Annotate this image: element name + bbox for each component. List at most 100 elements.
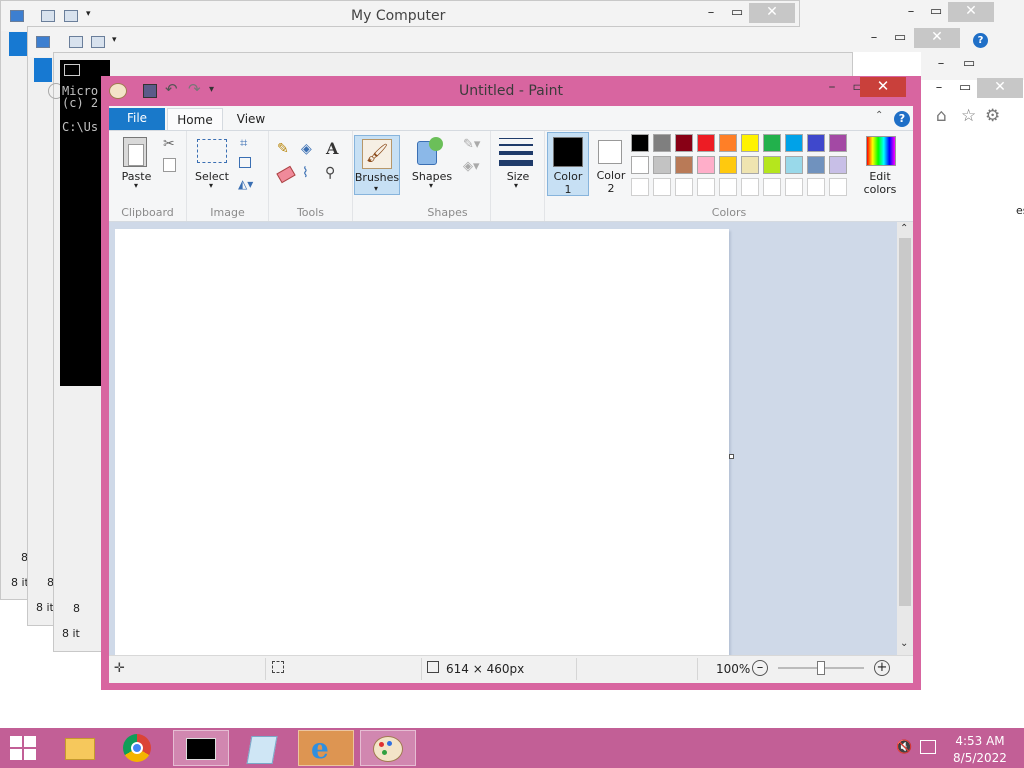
palette-color-swatch[interactable]: [631, 134, 649, 152]
help-icon[interactable]: ?: [973, 33, 988, 48]
zoom-slider[interactable]: [778, 661, 864, 675]
maximize-button[interactable]: ▭: [886, 30, 914, 48]
palette-color-swatch[interactable]: [675, 134, 693, 152]
scroll-thumb[interactable]: [899, 238, 911, 606]
home-icon[interactable]: ⌂: [936, 106, 947, 126]
palette-color-swatch[interactable]: [741, 156, 759, 174]
scroll-down-icon[interactable]: ⌄: [900, 638, 908, 649]
size-dropdown-icon[interactable]: ▾: [514, 181, 518, 190]
minimize-button[interactable]: –: [697, 5, 725, 23]
palette-color-swatch[interactable]: [653, 178, 671, 196]
taskbar-command-prompt[interactable]: [173, 730, 229, 766]
maximize-button[interactable]: ▭: [723, 5, 751, 23]
cut-icon[interactable]: ✂: [163, 136, 175, 152]
tab-home[interactable]: Home: [167, 108, 223, 130]
shapes-icon[interactable]: [417, 137, 443, 165]
minimize-button[interactable]: –: [897, 4, 925, 22]
paste-dropdown-icon[interactable]: ▾: [134, 181, 138, 190]
maximize-button[interactable]: ▭: [955, 56, 983, 74]
edit-colors-button[interactable]: Edit colors: [853, 132, 907, 196]
minimize-button[interactable]: –: [860, 30, 888, 48]
copy-icon[interactable]: [163, 158, 176, 172]
palette-color-swatch[interactable]: [631, 156, 649, 174]
taskbar-chrome[interactable]: [110, 730, 166, 766]
palette-color-swatch[interactable]: [807, 156, 825, 174]
help-button[interactable]: ?: [894, 111, 910, 127]
outline-icon[interactable]: ✎▾: [463, 137, 480, 152]
minimize-button[interactable]: –: [927, 56, 955, 74]
brushes-button[interactable]: 🖌 Brushes ▾: [354, 135, 400, 195]
close-button[interactable]: ✕: [914, 28, 960, 48]
color-picker-icon[interactable]: ⌇: [302, 165, 309, 181]
quick-access-dropdown-icon[interactable]: ▾: [112, 35, 117, 45]
palette-color-swatch[interactable]: [697, 178, 715, 196]
palette-color-swatch[interactable]: [763, 156, 781, 174]
favorites-icon[interactable]: ☆: [961, 106, 976, 126]
taskbar-paint[interactable]: [360, 730, 416, 766]
close-button[interactable]: ✕: [749, 3, 795, 23]
shape-fill-icon[interactable]: ◈▾: [463, 159, 480, 174]
taskbar-internet-explorer[interactable]: e: [298, 730, 354, 766]
palette-color-swatch[interactable]: [829, 178, 847, 196]
minimize-button[interactable]: –: [925, 80, 953, 98]
new-folder-icon[interactable]: [64, 10, 78, 22]
resize-handle-right[interactable]: [729, 454, 734, 459]
zoom-slider-thumb[interactable]: [817, 661, 825, 675]
drawing-canvas[interactable]: [115, 229, 729, 655]
shapes-dropdown-icon[interactable]: ▾: [429, 181, 433, 190]
palette-color-swatch[interactable]: [785, 178, 803, 196]
magnifier-icon[interactable]: ⚲: [325, 165, 335, 181]
palette-color-swatch[interactable]: [741, 134, 759, 152]
start-button[interactable]: [8, 736, 38, 760]
size-icon[interactable]: [499, 138, 533, 166]
tab-view[interactable]: View: [227, 108, 275, 130]
volume-muted-icon[interactable]: 🔇: [896, 740, 912, 755]
color2-button[interactable]: Color 2: [591, 132, 631, 196]
properties-icon[interactable]: [41, 10, 55, 22]
palette-color-swatch[interactable]: [785, 156, 803, 174]
zoom-in-icon[interactable]: +: [874, 660, 890, 676]
maximize-button[interactable]: ▭: [951, 80, 979, 98]
palette-color-swatch[interactable]: [763, 178, 781, 196]
palette-color-swatch[interactable]: [653, 156, 671, 174]
taskbar-file-explorer[interactable]: [53, 730, 109, 766]
color1-button[interactable]: Color 1: [547, 132, 589, 196]
quick-access-dropdown-icon[interactable]: ▾: [86, 9, 91, 19]
palette-color-swatch[interactable]: [719, 134, 737, 152]
close-button[interactable]: ✕: [977, 78, 1023, 98]
palette-color-swatch[interactable]: [675, 156, 693, 174]
pencil-icon[interactable]: ✎: [277, 141, 289, 157]
palette-color-swatch[interactable]: [653, 134, 671, 152]
close-button[interactable]: ✕: [860, 77, 906, 97]
properties-icon[interactable]: [69, 36, 83, 48]
vertical-scrollbar[interactable]: ⌃ ⌄: [897, 222, 913, 655]
fill-icon[interactable]: ◈: [301, 141, 312, 157]
palette-color-swatch[interactable]: [829, 134, 847, 152]
clock-date[interactable]: 8/5/2022: [950, 751, 1010, 765]
palette-color-swatch[interactable]: [675, 178, 693, 196]
network-icon[interactable]: [920, 740, 936, 754]
resize-icon[interactable]: [239, 157, 251, 168]
select-icon[interactable]: [197, 139, 227, 163]
minimize-button[interactable]: –: [819, 79, 845, 97]
eraser-icon[interactable]: [276, 165, 296, 184]
select-dropdown-icon[interactable]: ▾: [209, 181, 213, 190]
palette-color-swatch[interactable]: [719, 156, 737, 174]
palette-color-swatch[interactable]: [741, 178, 759, 196]
palette-color-swatch[interactable]: [807, 178, 825, 196]
palette-color-swatch[interactable]: [829, 156, 847, 174]
palette-color-swatch[interactable]: [631, 178, 649, 196]
gear-icon[interactable]: ⚙: [985, 106, 1000, 126]
close-button[interactable]: ✕: [948, 2, 994, 22]
palette-color-swatch[interactable]: [697, 134, 715, 152]
palette-color-swatch[interactable]: [719, 178, 737, 196]
scroll-up-icon[interactable]: ⌃: [900, 223, 908, 234]
rotate-icon[interactable]: ◭▾: [238, 177, 253, 191]
palette-color-swatch[interactable]: [697, 156, 715, 174]
paste-icon[interactable]: [123, 137, 147, 167]
palette-color-swatch[interactable]: [807, 134, 825, 152]
minimize-ribbon-icon[interactable]: ⌃: [875, 110, 887, 122]
zoom-out-icon[interactable]: –: [752, 660, 768, 676]
new-folder-icon[interactable]: [91, 36, 105, 48]
text-icon[interactable]: A: [326, 139, 338, 158]
